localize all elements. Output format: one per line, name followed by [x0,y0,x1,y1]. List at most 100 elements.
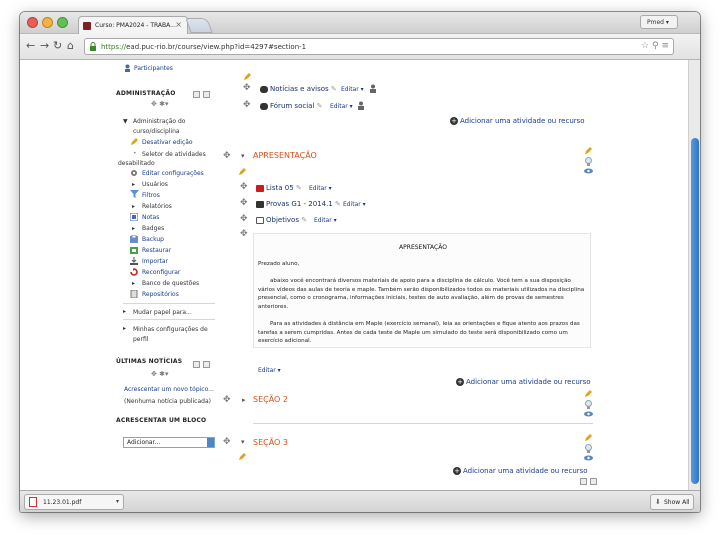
edit-menu[interactable]: Editar ▾ [258,367,281,374]
pencil-icon[interactable] [584,147,592,155]
scrollbar-thumb[interactable] [691,138,699,484]
collapsed-triangle-icon[interactable]: ▸ [132,203,135,210]
edit-menu[interactable]: Editar ▾ [314,217,337,224]
vertical-scrollbar[interactable] [688,60,700,490]
move-icon[interactable]: ✥ [240,182,248,192]
move-icon[interactable]: ✥ [240,198,248,208]
profile-button[interactable]: Pmed ▾ [640,15,678,29]
edit-title-pencil-icon[interactable]: ✎ [301,216,307,224]
minimize-window-button[interactable] [42,17,53,28]
tab-close-icon[interactable]: × [175,20,182,29]
reset-link[interactable]: Reconfigurar [142,269,180,276]
collapsed-triangle-icon[interactable]: ▸ [123,325,126,332]
add-section-icon[interactable] [580,478,587,485]
my-profile-settings-item[interactable]: Minhas configurações de [133,326,208,333]
menu-icon[interactable]: ≡ [661,41,669,51]
edit-title-pencil-icon[interactable]: ✎ [296,184,302,192]
highlight-bulb-icon[interactable] [585,444,592,453]
pencil-icon[interactable] [238,168,246,176]
resource-lista05-link[interactable]: Lista 05 ✎ [256,184,302,192]
forward-arrow-icon[interactable]: → [40,39,49,52]
expand-triangle-icon[interactable]: ▼ [123,118,128,125]
back-arrow-icon[interactable]: ← [26,39,35,52]
chevron-down-icon[interactable]: ▾ [116,498,119,505]
address-bar[interactable]: https://ead.puc-rio.br/course/view.php?i… [84,38,674,55]
add-block-select[interactable]: Adicionar... [123,437,215,448]
forum-social-link[interactable]: Fórum social ✎ [260,102,323,110]
edit-menu[interactable]: Editar ▾ [343,201,366,208]
edit-title-pencil-icon[interactable]: ✎ [317,102,323,110]
eye-icon[interactable] [584,411,593,417]
backup-link[interactable]: Backup [142,236,164,243]
section-title-apresentacao[interactable]: APRESENTAÇÃO [253,151,317,160]
grades-link[interactable]: Notas [142,214,159,221]
bookmark-star-icon[interactable]: ☆ [641,41,649,51]
move-icon[interactable]: ✥ [223,151,231,161]
section-collapse-icon[interactable]: ▾ [241,152,245,160]
disable-editing-link[interactable]: Desativar edição [142,139,193,146]
section-expand-icon[interactable]: ▸ [242,396,246,404]
move-icon[interactable]: ✥ [240,229,248,239]
group-mode-icon[interactable] [369,84,377,93]
forum-news-link[interactable]: Notícias e avisos ✎ [260,85,337,93]
add-activity-link[interactable]: + Adicionar uma atividade ou recurso [456,378,591,386]
badges-item[interactable]: Badges [142,225,164,232]
page-objetivos-link[interactable]: Objetivos ✎ [256,216,307,224]
block-hide-icon[interactable] [193,361,200,368]
edit-menu[interactable]: Editar ▾ [330,103,353,110]
edit-menu[interactable]: Editar ▾ [341,86,364,93]
pencil-icon[interactable] [584,434,592,442]
reports-item[interactable]: Relatórios [142,203,172,210]
activity-chooser-link[interactable]: Seletor de atividades [142,151,206,158]
home-icon[interactable]: ⌂ [67,39,74,52]
move-icon[interactable]: ✥ [240,214,248,224]
add-activity-link[interactable]: + Adicionar uma atividade ou recurso [450,117,585,125]
import-link[interactable]: Importar [142,258,168,265]
edit-menu[interactable]: Editar ▾ [309,185,332,192]
eye-icon[interactable] [584,168,593,174]
restore-link[interactable]: Restaurar [142,247,171,254]
folder-provas-link[interactable]: Provas G1 - 2014.1 ✎ [256,200,341,208]
highlight-bulb-icon[interactable] [585,157,592,166]
show-all-downloads-button[interactable]: ⬇ Show All [650,494,694,510]
pencil-icon[interactable] [584,390,592,398]
filters-link[interactable]: Filtros [142,192,160,199]
edit-title-pencil-icon[interactable]: ✎ [331,85,337,93]
collapsed-triangle-icon[interactable]: ▸ [132,181,135,188]
collapsed-triangle-icon[interactable]: ▸ [123,308,126,315]
block-dock-icon[interactable] [203,361,210,368]
block-move-config-icon[interactable]: ✥ ✱▾ [151,370,168,378]
block-move-config-icon[interactable]: ✥ ✱▾ [151,100,168,108]
close-window-button[interactable] [27,17,38,28]
download-item[interactable]: 11.23.01.pdf ▾ [24,494,124,510]
switch-role-item[interactable]: Mudar papel para... [133,309,192,316]
edit-title-pencil-icon[interactable]: ✎ [335,200,341,208]
repositories-link[interactable]: Repositórios [142,291,179,298]
collapsed-triangle-icon[interactable]: ▸ [132,225,135,232]
section-collapse-icon[interactable]: ▾ [241,438,245,446]
reload-icon[interactable]: ↻ [53,39,62,52]
section-title-secao-2[interactable]: SEÇÃO 2 [253,395,288,404]
section-title-secao-3[interactable]: SEÇÃO 3 [253,438,288,447]
edit-settings-link[interactable]: Editar configurações [142,170,204,177]
new-tab-button[interactable] [185,18,213,33]
admin-course-item[interactable]: Administração do [133,118,185,125]
question-bank-item[interactable]: Banco de questões [142,280,199,287]
add-topic-link[interactable]: Acrescentar um novo tópico... [124,386,214,393]
move-icon[interactable]: ✥ [223,437,231,447]
participants-link[interactable]: Participantes [134,65,173,72]
block-dock-icon[interactable] [203,91,210,98]
search-icon[interactable]: ⚲ [652,41,659,51]
block-hide-icon[interactable] [193,91,200,98]
add-activity-link[interactable]: + Adicionar uma atividade ou recurso [453,467,588,475]
users-item[interactable]: Usuários [142,181,168,188]
remove-section-icon[interactable] [590,478,597,485]
maximize-window-button[interactable] [57,17,68,28]
move-icon[interactable]: ✥ [243,83,251,93]
move-icon[interactable]: ✥ [243,100,251,110]
move-icon[interactable]: ✥ [223,395,231,405]
eye-icon[interactable] [584,455,593,461]
group-mode-icon[interactable] [357,101,365,110]
collapsed-triangle-icon[interactable]: ▸ [132,280,135,287]
pencil-icon[interactable] [243,73,251,81]
